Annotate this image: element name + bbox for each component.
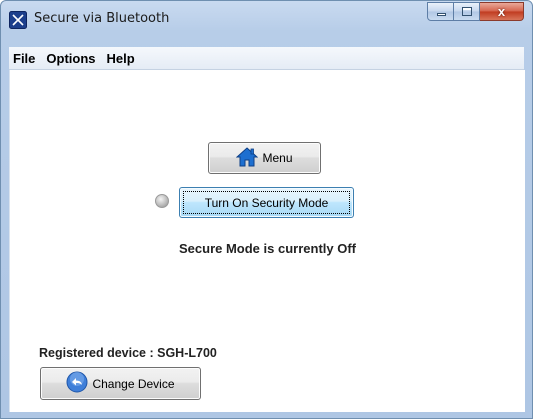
maximize-button[interactable] — [454, 2, 480, 21]
menu-options[interactable]: Options — [42, 51, 102, 66]
change-device-button[interactable]: Change Device — [40, 367, 201, 400]
app-window: Secure via Bluetooth x File Options Help… — [0, 0, 533, 419]
home-icon — [236, 146, 259, 170]
menu-button[interactable]: Menu — [208, 142, 321, 174]
secure-mode-status: Secure Mode is currently Off — [179, 241, 356, 256]
caption-buttons: x — [427, 2, 524, 22]
turn-on-security-mode-button[interactable]: Turn On Security Mode — [179, 187, 354, 218]
menu-button-label: Menu — [262, 151, 293, 165]
back-arrow-icon — [66, 371, 88, 396]
menu-file[interactable]: File — [9, 51, 42, 66]
minimize-button[interactable] — [427, 2, 454, 21]
bluetooth-app-icon — [9, 11, 27, 29]
menu-bar: File Options Help — [9, 47, 524, 70]
close-button[interactable]: x — [480, 2, 524, 21]
status-led-icon — [155, 194, 169, 208]
minimize-icon — [437, 13, 446, 16]
focus-rectangle — [183, 191, 350, 214]
maximize-icon — [462, 7, 472, 16]
title-bar[interactable]: Secure via Bluetooth x — [1, 1, 532, 39]
window-title: Secure via Bluetooth — [34, 11, 170, 26]
registered-device-label: Registered device : SGH-L700 — [39, 346, 217, 360]
menu-help[interactable]: Help — [103, 51, 142, 66]
change-device-label: Change Device — [92, 376, 175, 391]
close-icon: x — [497, 4, 506, 19]
